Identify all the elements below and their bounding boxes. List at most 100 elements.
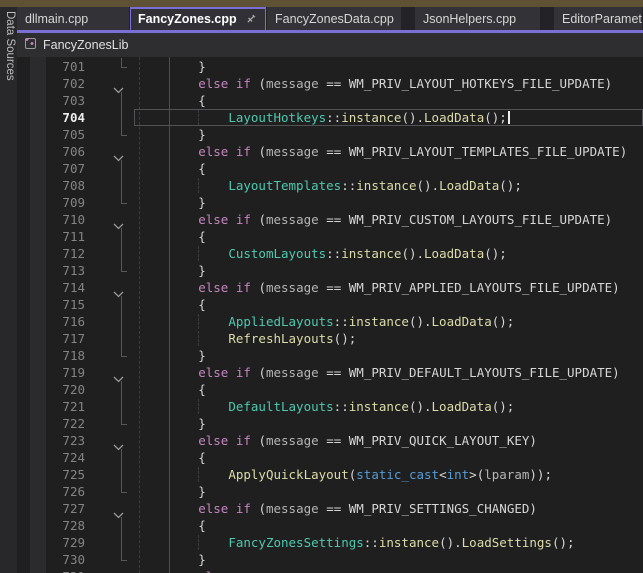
fold-margin — [85, 398, 138, 415]
tab-label: FancyZonesData.cpp — [275, 12, 394, 26]
code-text[interactable]: { — [138, 160, 643, 177]
code-text[interactable]: LayoutTemplates::instance().LoadData(); — [138, 177, 643, 194]
code-line: 719 else if (message == WM_PRIV_DEFAULT_… — [17, 364, 643, 381]
fold-margin — [85, 534, 138, 551]
fold-line — [121, 228, 122, 245]
code-line: 709 } — [17, 194, 643, 211]
breadcrumb: FancyZonesLib — [17, 33, 643, 57]
code-text[interactable]: else — [138, 568, 643, 573]
code-line: 726 } — [17, 483, 643, 500]
code-text[interactable]: { — [138, 449, 643, 466]
code-line: 704 LayoutHotkeys::instance().LoadData()… — [17, 109, 643, 126]
fold-margin — [85, 126, 138, 143]
line-number: 719 — [17, 364, 85, 381]
code-text[interactable]: else if (message == WM_PRIV_DEFAULT_LAYO… — [138, 364, 643, 381]
code-line: 710 else if (message == WM_PRIV_CUSTOM_L… — [17, 211, 643, 228]
fold-margin — [85, 211, 138, 228]
fold-line — [121, 177, 122, 194]
vs-editor-window: Data Sources dllmain.cppFancyZones.cpp✕F… — [0, 0, 643, 573]
close-icon[interactable]: ✕ — [265, 12, 266, 25]
fold-margin — [85, 245, 138, 262]
fold-line — [121, 296, 122, 313]
sidebar-tab-data-sources[interactable]: Data Sources — [4, 11, 16, 81]
code-line: 707 { — [17, 160, 643, 177]
code-text[interactable]: { — [138, 296, 643, 313]
code-text[interactable]: else if (message == WM_PRIV_LAYOUT_HOTKE… — [138, 75, 643, 92]
code-text[interactable]: } — [138, 347, 643, 364]
code-text[interactable]: } — [138, 126, 643, 143]
line-number: 721 — [17, 398, 85, 415]
fold-margin — [85, 449, 138, 466]
code-text[interactable]: } — [138, 483, 643, 500]
tab-jsonhelpers-cpp[interactable]: JsonHelpers.cpp — [415, 7, 540, 30]
fold-line — [121, 534, 122, 551]
code-text[interactable]: else if (message == WM_PRIV_CUSTOM_LAYOU… — [138, 211, 643, 228]
breadcrumb-item-fancyzoneslib[interactable]: FancyZonesLib — [43, 38, 128, 52]
line-number: 707 — [17, 160, 85, 177]
tab-fancyzonesdata-cpp[interactable]: FancyZonesData.cpp — [267, 7, 401, 30]
line-number: 727 — [17, 500, 85, 517]
fold-line — [121, 92, 122, 109]
line-number: 729 — [17, 534, 85, 551]
fold-line — [121, 313, 122, 330]
code-line: 701 } — [17, 58, 643, 75]
line-number: 722 — [17, 415, 85, 432]
fold-margin — [85, 160, 138, 177]
code-text[interactable]: AppliedLayouts::instance().LoadData(); — [138, 313, 643, 330]
fold-end-corner — [121, 551, 127, 561]
fold-margin — [85, 177, 138, 194]
fold-margin — [85, 568, 138, 573]
code-text[interactable]: CustomLayouts::instance().LoadData(); — [138, 245, 643, 262]
tab-fancyzones-cpp[interactable]: FancyZones.cpp✕ — [130, 7, 266, 30]
fold-margin — [85, 551, 138, 568]
code-text[interactable]: else if (message == WM_PRIV_SETTINGS_CHA… — [138, 500, 643, 517]
code-text[interactable]: { — [138, 381, 643, 398]
code-text[interactable]: else if (message == WM_PRIV_QUICK_LAYOUT… — [138, 432, 643, 449]
code-text[interactable]: else if (message == WM_PRIV_APPLIED_LAYO… — [138, 279, 643, 296]
pin-icon[interactable] — [245, 13, 257, 25]
fold-end-corner — [121, 262, 127, 272]
line-number: 702 — [17, 75, 85, 92]
line-number: 726 — [17, 483, 85, 500]
fold-margin — [85, 500, 138, 517]
text-caret — [508, 111, 510, 124]
line-number: 706 — [17, 143, 85, 160]
code-text[interactable]: RefreshLayouts(); — [138, 330, 643, 347]
line-number: 728 — [17, 517, 85, 534]
fold-line — [121, 466, 122, 483]
code-text[interactable]: else if (message == WM_PRIV_LAYOUT_TEMPL… — [138, 143, 643, 160]
code-line: 705 } — [17, 126, 643, 143]
code-text[interactable]: { — [138, 92, 643, 109]
fold-margin — [85, 75, 138, 92]
code-text[interactable]: } — [138, 262, 643, 279]
fold-margin — [85, 279, 138, 296]
line-number: 705 — [17, 126, 85, 143]
fold-end-corner — [121, 483, 127, 493]
code-text[interactable]: } — [138, 415, 643, 432]
code-line: 708 LayoutTemplates::instance().LoadData… — [17, 177, 643, 194]
code-line: 728 { — [17, 517, 643, 534]
line-number: 716 — [17, 313, 85, 330]
code-text[interactable]: } — [138, 58, 643, 75]
code-text[interactable]: LayoutHotkeys::instance().LoadData(); — [138, 109, 643, 126]
code-text[interactable]: { — [138, 228, 643, 245]
code-editor[interactable]: 701 }702 else if (message == WM_PRIV_LAY… — [17, 57, 643, 573]
code-line: 723 else if (message == WM_PRIV_QUICK_LA… — [17, 432, 643, 449]
code-text[interactable]: FancyZonesSettings::instance().LoadSetti… — [138, 534, 643, 551]
code-text[interactable]: DefaultLayouts::instance().LoadData(); — [138, 398, 643, 415]
code-line: 727 else if (message == WM_PRIV_SETTINGS… — [17, 500, 643, 517]
fold-margin — [85, 194, 138, 211]
code-text[interactable]: } — [138, 194, 643, 211]
code-text[interactable]: } — [138, 551, 643, 568]
code-text[interactable]: { — [138, 517, 643, 534]
tab-dllmain-cpp[interactable]: dllmain.cpp — [17, 7, 129, 30]
indent-guide — [198, 178, 199, 193]
fold-end-corner — [121, 126, 127, 136]
code-text[interactable]: ApplyQuickLayout(static_cast<int>(lparam… — [138, 466, 643, 483]
fold-end-corner — [121, 194, 127, 204]
line-number: 718 — [17, 347, 85, 364]
fold-margin — [85, 228, 138, 245]
tab-editorparameters-cpp[interactable]: EditorParameters.cpp — [554, 7, 642, 30]
tab-label: JsonHelpers.cpp — [423, 12, 516, 26]
indent-guide — [198, 399, 199, 414]
